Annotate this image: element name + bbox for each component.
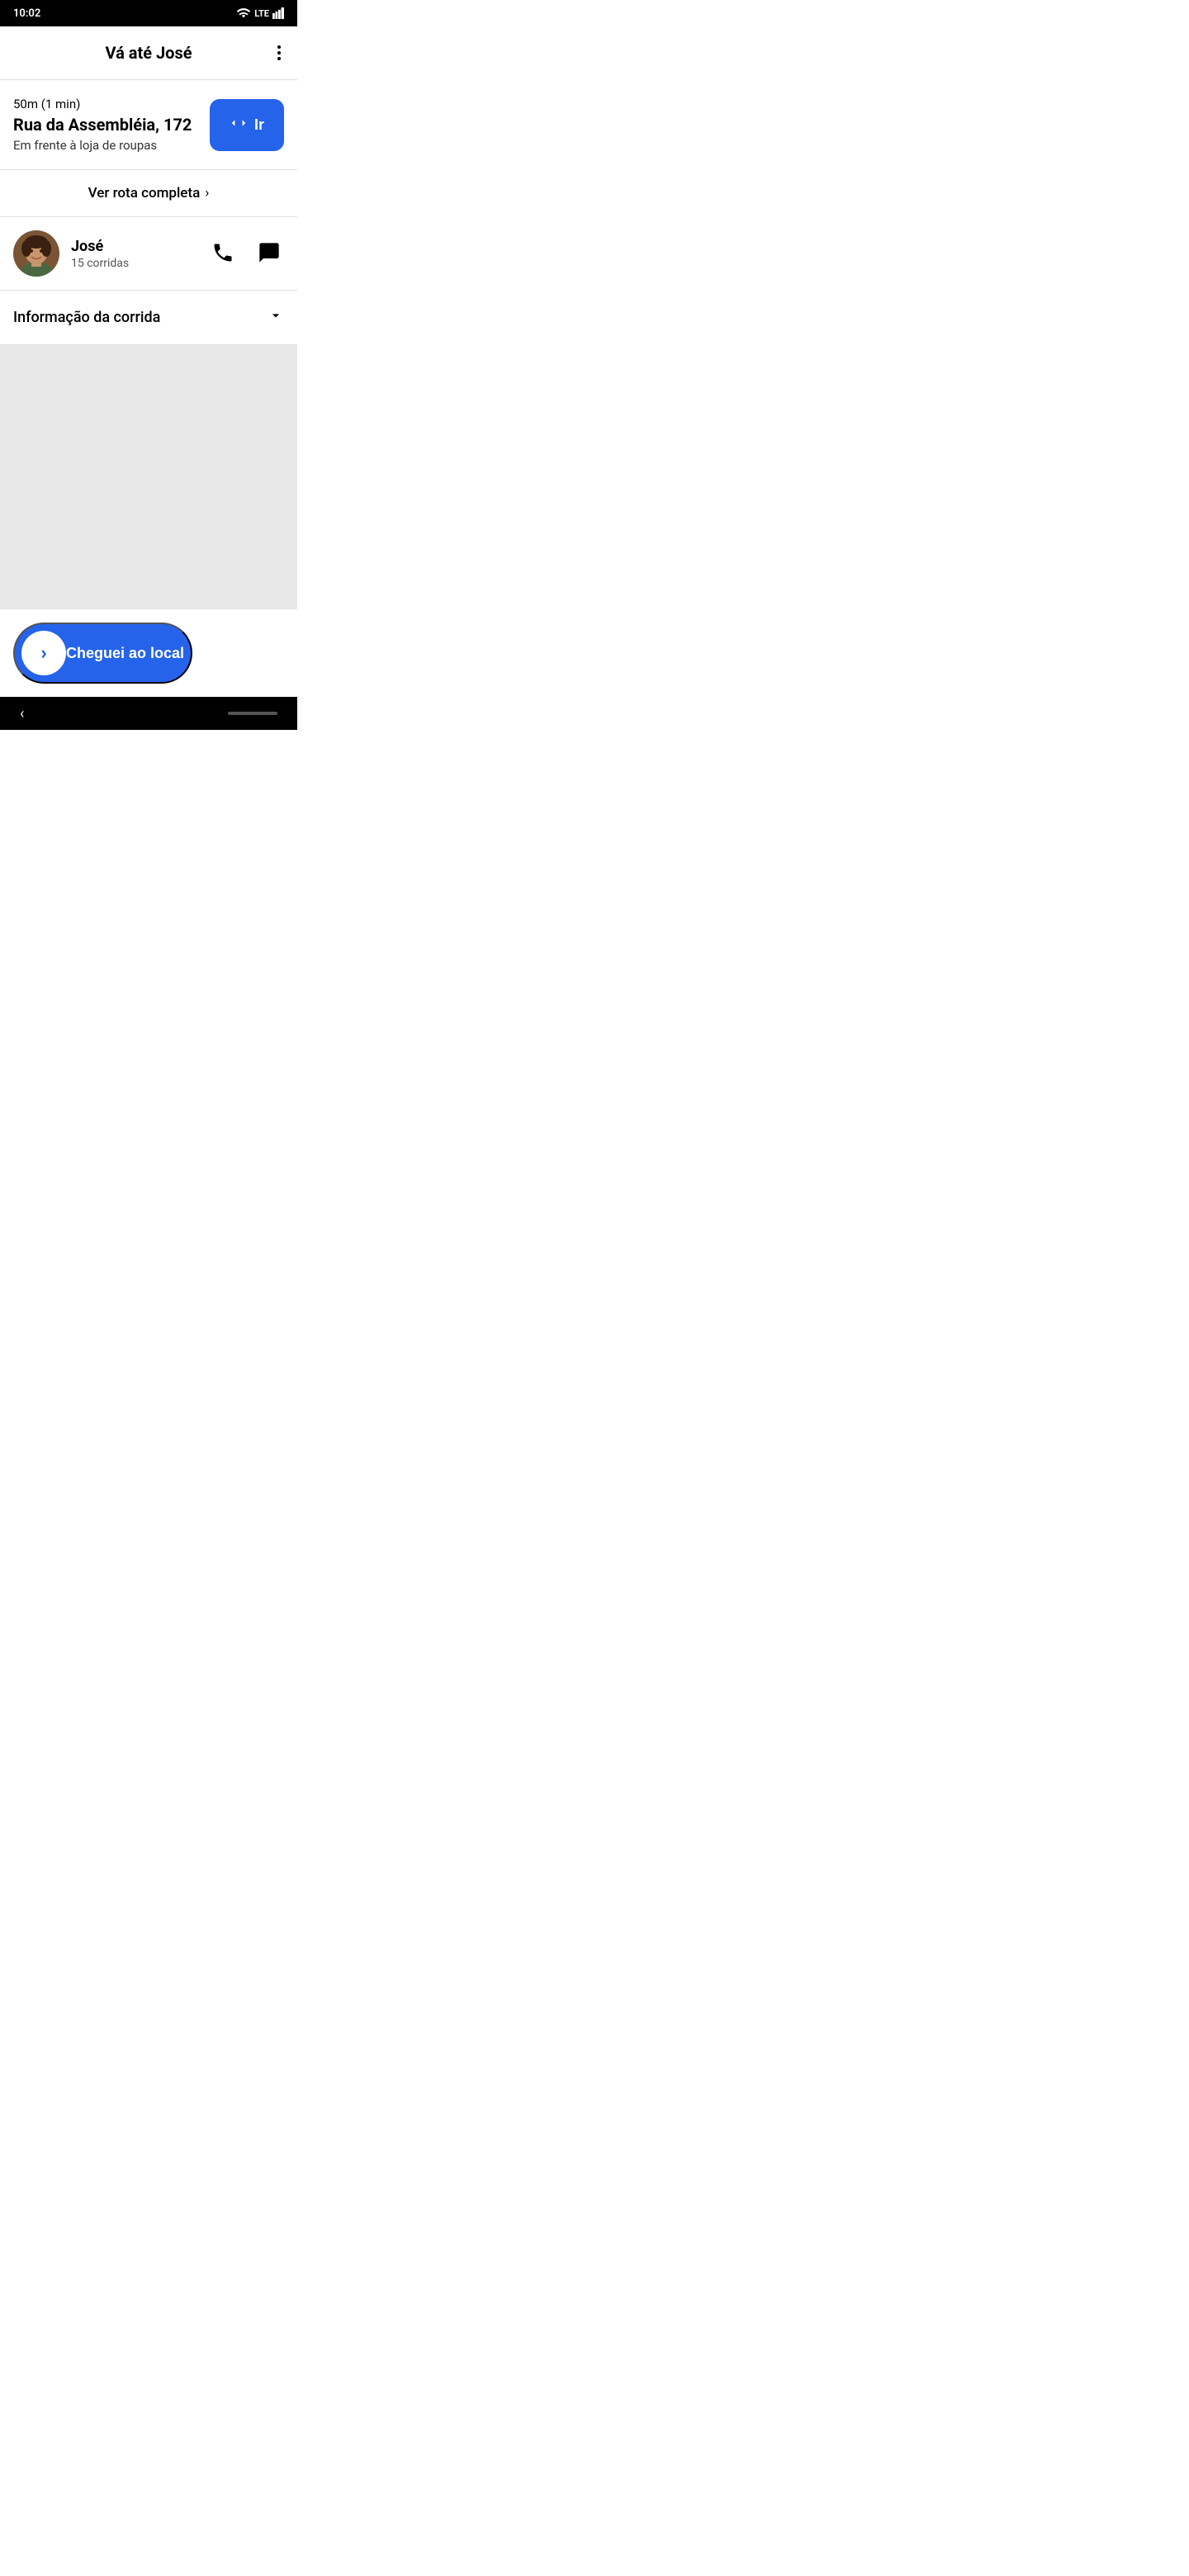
passenger-actions — [208, 238, 284, 270]
avatar — [13, 230, 59, 277]
dot3 — [277, 57, 281, 60]
dot1 — [277, 45, 281, 49]
go-button-label: Ir — [254, 116, 264, 134]
route-section: 50m (1 min) Rua da Assembléia, 172 Em fr… — [0, 80, 297, 170]
call-button[interactable] — [208, 238, 238, 270]
cta-arrow-icon: › — [40, 642, 46, 664]
passenger-details: José 15 corridas — [71, 238, 197, 270]
route-address: Rua da Assembléia, 172 — [13, 115, 210, 135]
chevron-down-icon — [268, 307, 284, 328]
back-icon[interactable]: ‹ — [20, 705, 24, 722]
passenger-rides: 15 corridas — [71, 257, 197, 270]
arrived-label: Cheguei ao local — [66, 645, 184, 662]
signal-icon — [272, 7, 284, 19]
wifi-icon — [236, 7, 251, 19]
dot2 — [277, 51, 281, 54]
cta-circle: › — [21, 631, 66, 675]
message-button[interactable] — [254, 238, 284, 270]
phone-icon — [211, 241, 234, 264]
go-button[interactable]: Ir — [210, 99, 284, 151]
status-bar: 10:02 LTE — [0, 0, 297, 26]
route-info: 50m (1 min) Rua da Assembléia, 172 Em fr… — [13, 97, 210, 153]
ride-info-section[interactable]: Informação da corrida — [0, 291, 297, 345]
full-route-section[interactable]: Ver rota completa › — [0, 170, 297, 217]
page-title: Vá até José — [105, 43, 192, 63]
status-icons: LTE — [236, 7, 284, 19]
full-route-arrow-icon: › — [205, 185, 209, 201]
route-landmark: Em frente à loja de roupas — [13, 138, 210, 153]
status-time: 10:02 — [13, 7, 40, 20]
go-button-icon — [230, 114, 248, 136]
full-route-label: Ver rota completa — [88, 185, 201, 201]
header: Vá até José — [0, 26, 297, 80]
lte-label: LTE — [254, 8, 269, 19]
more-options-button[interactable] — [274, 42, 284, 64]
arrived-button[interactable]: › Cheguei ao local — [13, 623, 192, 684]
map-area — [0, 345, 297, 609]
message-icon — [258, 241, 281, 264]
home-indicator — [228, 712, 277, 715]
passenger-name: José — [71, 238, 197, 255]
passenger-section: José 15 corridas — [0, 217, 297, 291]
nav-bar: ‹ — [0, 697, 297, 730]
route-duration: 50m (1 min) — [13, 97, 210, 111]
ride-info-title: Informação da corrida — [13, 309, 160, 326]
